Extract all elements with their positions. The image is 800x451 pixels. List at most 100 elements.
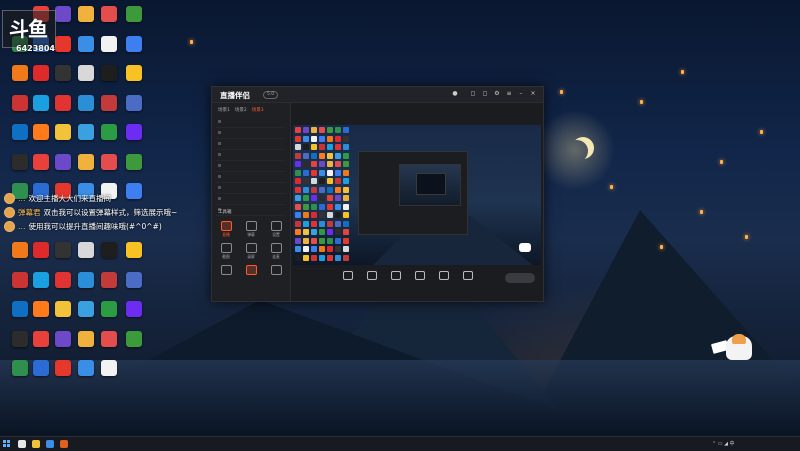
tab-scene-2[interactable]: 场景2 xyxy=(235,107,247,113)
user-avatar[interactable]: ● xyxy=(452,91,458,97)
desktop-shortcut-icon[interactable] xyxy=(95,6,123,22)
tool-button[interactable] xyxy=(264,265,288,276)
app-icon xyxy=(33,65,49,81)
notification-icon[interactable]: ◻ xyxy=(470,91,476,97)
tool-button[interactable] xyxy=(239,265,263,276)
source-list xyxy=(216,117,286,216)
desktop-shortcut-icon[interactable] xyxy=(120,301,148,317)
source-item[interactable] xyxy=(216,128,286,139)
preview-icon xyxy=(303,186,309,193)
chat-text: 使用我可以提升直播间趣味哦(#^0^#) xyxy=(28,221,162,231)
windows-start-icon[interactable] xyxy=(3,440,11,448)
taskbar-browser-icon[interactable] xyxy=(46,440,54,448)
skin-icon[interactable]: ◻ xyxy=(482,91,488,97)
desktop-shortcut-icon[interactable] xyxy=(95,242,123,258)
preview-icon xyxy=(335,152,341,159)
desktop-shortcut-icon[interactable] xyxy=(120,124,148,140)
preview-icon xyxy=(303,237,309,244)
desktop-shortcut-icon[interactable] xyxy=(95,94,123,111)
preview-icon xyxy=(319,152,325,159)
tool-button[interactable]: 连麦 xyxy=(264,243,288,260)
source-item[interactable] xyxy=(216,194,286,205)
control-item[interactable] xyxy=(457,271,479,282)
preview-icon xyxy=(319,203,325,210)
control-item[interactable] xyxy=(385,271,407,282)
app-icon xyxy=(78,35,94,52)
source-item[interactable] xyxy=(216,117,286,128)
preview-icon xyxy=(327,237,333,244)
close-icon[interactable]: × xyxy=(530,91,536,97)
app-titlebar[interactable]: 直播伴侣 5.0 ● ◻ ◻ ⚙ ≡ – × xyxy=(212,87,543,103)
lantern-icon xyxy=(560,90,563,94)
tools-title: 工具箱 xyxy=(218,210,232,215)
source-item[interactable] xyxy=(216,150,286,161)
desktop-shortcut-icon[interactable] xyxy=(95,360,123,376)
preview-icon xyxy=(327,144,333,150)
desktop-shortcut-icon[interactable] xyxy=(120,35,148,52)
lantern-icon xyxy=(610,185,613,189)
preview-icon xyxy=(335,203,341,210)
preview-icon xyxy=(319,212,325,218)
control-item[interactable] xyxy=(361,271,383,282)
app-icon xyxy=(101,35,117,52)
chat-message: … 使用我可以提升直播间趣味哦(#^0^#) xyxy=(4,220,177,232)
source-item[interactable] xyxy=(216,139,286,150)
tool-button[interactable] xyxy=(214,265,238,276)
settings-icon[interactable]: ⚙ xyxy=(494,91,500,97)
tool-button[interactable]: 录屏 xyxy=(239,243,263,260)
app-icon xyxy=(12,65,28,81)
app-icon xyxy=(126,94,142,111)
preview-icon xyxy=(311,237,317,244)
source-item[interactable] xyxy=(216,161,286,172)
tool-button[interactable]: 直播 xyxy=(214,221,238,238)
preview-icon xyxy=(327,212,333,218)
app-icon xyxy=(126,271,142,288)
tool-button[interactable]: 设置 xyxy=(264,221,288,238)
desktop-shortcut-icon[interactable] xyxy=(120,6,148,22)
live-preview[interactable] xyxy=(293,125,541,265)
desktop-shortcut-icon[interactable] xyxy=(95,124,123,140)
system-tray[interactable]: ⌃ ▭ ◢ 中 xyxy=(712,440,735,447)
app-icon xyxy=(33,330,49,347)
tab-scene-3[interactable]: 场景3 xyxy=(252,107,264,113)
desktop-shortcut-icon[interactable] xyxy=(120,94,148,111)
source-item[interactable] xyxy=(216,172,286,183)
control-item[interactable] xyxy=(409,271,431,282)
desktop-shortcut-icon[interactable] xyxy=(95,271,123,288)
control-item[interactable] xyxy=(433,271,455,282)
app-icon xyxy=(101,124,117,140)
desktop-shortcut-icon[interactable] xyxy=(95,35,123,52)
menu-icon[interactable]: ≡ xyxy=(506,91,512,97)
streaming-app-window[interactable]: 直播伴侣 5.0 ● ◻ ◻ ⚙ ≡ – × 场景1 场景2 场景3 工具箱 直… xyxy=(211,86,544,302)
preview-icon xyxy=(327,254,333,261)
desktop-shortcut-icon[interactable] xyxy=(120,153,148,170)
version-badge: 5.0 xyxy=(263,91,279,99)
desktop-shortcut-icon[interactable] xyxy=(95,330,123,347)
preview-icon xyxy=(343,135,349,142)
minimize-icon[interactable]: – xyxy=(518,91,524,97)
control-item[interactable] xyxy=(337,271,359,282)
taskbar-explorer-icon[interactable] xyxy=(32,440,40,448)
tool-icon xyxy=(220,243,232,253)
taskbar-search-icon[interactable] xyxy=(18,440,26,448)
preview-icon xyxy=(295,246,301,252)
source-item[interactable] xyxy=(216,183,286,194)
tab-scene-1[interactable]: 场景1 xyxy=(218,107,230,113)
start-live-button[interactable] xyxy=(505,273,535,283)
tool-button[interactable]: 截图 xyxy=(214,243,238,260)
tool-button[interactable]: 弹幕 xyxy=(239,221,263,238)
desktop-shortcut-icon[interactable] xyxy=(95,153,123,170)
desktop-shortcut-icon[interactable] xyxy=(95,301,123,317)
desktop-shortcut-icon[interactable] xyxy=(120,271,148,288)
control-icon xyxy=(463,271,473,280)
desktop-shortcut-icon[interactable] xyxy=(95,65,123,81)
preview-icon xyxy=(295,195,301,201)
preview-icon xyxy=(327,178,333,184)
desktop-shortcut-icon[interactable] xyxy=(120,242,148,258)
app-icon xyxy=(33,153,49,170)
taskbar-app-icon[interactable] xyxy=(60,440,68,448)
desktop-shortcut-icon[interactable] xyxy=(120,330,148,347)
preview-icon xyxy=(343,220,349,227)
desktop-shortcut-icon[interactable] xyxy=(120,65,148,81)
app-icon xyxy=(101,271,117,288)
